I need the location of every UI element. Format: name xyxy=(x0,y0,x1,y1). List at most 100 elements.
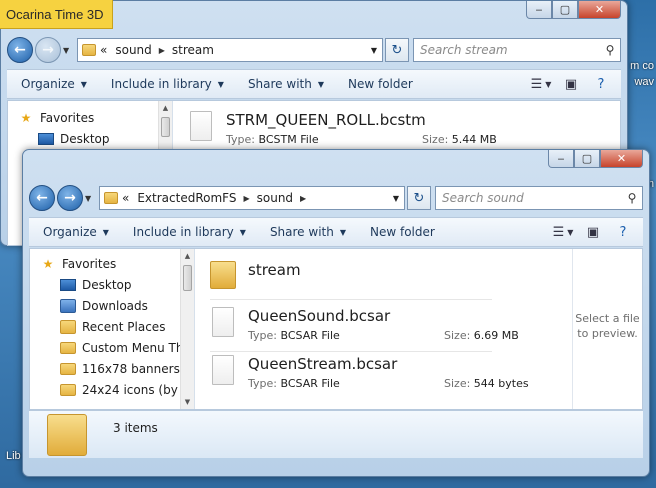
maximize-button[interactable]: ▢ xyxy=(574,150,600,168)
folder-icon xyxy=(60,383,76,397)
help-icon[interactable]: ? xyxy=(613,224,633,240)
nav-scrollbar[interactable]: ▲ ▼ xyxy=(180,249,194,409)
star-icon: ★ xyxy=(42,256,54,271)
nav-item-favorites[interactable]: ★ Favorites xyxy=(30,253,194,274)
folder-icon xyxy=(60,362,76,376)
desktop-text: m co xyxy=(630,60,654,72)
preview-pane: Select a file to preview. xyxy=(572,249,642,409)
search-placeholder: Search stream xyxy=(420,43,508,57)
scroll-up-icon[interactable]: ▲ xyxy=(159,101,172,115)
minimize-button[interactable]: ‒ xyxy=(548,150,574,168)
chevron-down-icon[interactable]: ▼ xyxy=(366,46,382,55)
new-folder-button[interactable]: New folder xyxy=(370,225,435,239)
file-size: Size: 544 bytes xyxy=(444,377,529,390)
search-icon[interactable]: ⚲ xyxy=(622,191,642,205)
close-button[interactable]: ✕ xyxy=(578,1,621,19)
nav-item-icons[interactable]: 24x24 icons (by s xyxy=(30,379,194,400)
breadcrumb-item[interactable]: ExtractedRomFS xyxy=(137,191,236,205)
desktop-text: wav xyxy=(634,76,654,88)
address-bar[interactable]: « ExtractedRomFS ▶ sound ▶ ▼ xyxy=(99,186,405,210)
nav-item-favorites[interactable]: ★ Favorites xyxy=(8,107,172,128)
folder-item[interactable]: stream xyxy=(210,253,562,299)
search-icon[interactable]: ⚲ xyxy=(600,43,620,57)
refresh-button[interactable]: ↻ xyxy=(407,186,431,210)
file-item[interactable]: QueenStream.bcsar Type: BCSAR File Size:… xyxy=(210,351,562,397)
file-type: Type: BCSAR File xyxy=(248,377,340,390)
chevron-right-icon[interactable]: ▶ xyxy=(159,46,165,55)
back-button[interactable]: ← xyxy=(7,37,33,63)
breadcrumb-item[interactable]: stream xyxy=(172,43,214,57)
scroll-up-icon[interactable]: ▲ xyxy=(181,249,194,263)
breadcrumb-item[interactable]: sound xyxy=(257,191,293,205)
address-row: ← → ▼ « sound ▶ stream ▼ ↻ Search stream… xyxy=(7,35,621,65)
minimize-button[interactable]: ‒ xyxy=(526,1,552,19)
back-button[interactable]: ← xyxy=(29,185,55,211)
search-input[interactable]: Search sound ⚲ xyxy=(435,186,643,210)
scroll-thumb[interactable] xyxy=(161,117,170,137)
window-controls: ‒ ▢ ✕ xyxy=(548,150,643,168)
nav-item-downloads[interactable]: Downloads xyxy=(30,295,194,316)
chevron-right-icon[interactable]: ▶ xyxy=(243,194,249,203)
maximize-button[interactable]: ▢ xyxy=(552,1,578,19)
nav-item-desktop[interactable]: Desktop xyxy=(8,128,172,149)
breadcrumb-overflow[interactable]: « xyxy=(122,191,129,205)
file-type: Type: BCSAR File xyxy=(248,329,340,342)
chevron-down-icon[interactable]: ▼ xyxy=(388,194,404,203)
organize-button[interactable]: Organize ▼ xyxy=(43,225,109,239)
file-size: Size: 6.69 MB xyxy=(444,329,519,342)
chevron-right-icon[interactable]: ▶ xyxy=(300,194,306,203)
folder-icon xyxy=(210,257,236,291)
include-in-library-button[interactable]: Include in library ▼ xyxy=(133,225,246,239)
desktop-text: Lib xyxy=(6,450,21,462)
file-item[interactable]: QueenSound.bcsar Type: BCSAR File Size: … xyxy=(210,303,562,349)
nav-item-banners[interactable]: 116x78 banners 4 xyxy=(30,358,194,379)
star-icon: ★ xyxy=(20,110,32,125)
preview-pane-icon[interactable]: ▣ xyxy=(561,76,581,92)
file-name: QueenStream.bcsar xyxy=(248,355,398,373)
file-name: QueenSound.bcsar xyxy=(248,307,391,325)
folder-icon xyxy=(60,341,76,355)
file-size: Size: 5.44 MB xyxy=(422,133,497,146)
file-list: stream QueenSound.bcsar Type: BCSAR File… xyxy=(196,249,572,409)
scroll-thumb[interactable] xyxy=(183,265,192,291)
recent-pages-dropdown[interactable]: ▼ xyxy=(85,194,95,203)
file-item[interactable]: STRM_QUEEN_ROLL.bcstm Type: BCSTM File S… xyxy=(188,107,610,153)
forward-button[interactable]: → xyxy=(57,185,83,211)
document-icon xyxy=(188,111,214,145)
help-icon[interactable]: ? xyxy=(591,76,611,92)
nav-item-custom-menu[interactable]: Custom Menu Th xyxy=(30,337,194,358)
scroll-down-icon[interactable]: ▼ xyxy=(181,395,194,409)
document-icon xyxy=(210,355,236,389)
separator xyxy=(210,299,492,300)
view-options-icon[interactable]: ☰ ▼ xyxy=(553,224,574,240)
command-bar: Organize ▼ Include in library ▼ Share with… xyxy=(7,69,621,99)
content-area: ★ Favorites Desktop Downloads Recent Pla… xyxy=(29,248,643,410)
share-with-button[interactable]: Share with ▼ xyxy=(248,77,324,91)
window-controls: ‒ ▢ ✕ xyxy=(526,1,621,19)
preview-pane-icon[interactable]: ▣ xyxy=(583,224,603,240)
share-with-button[interactable]: Share with ▼ xyxy=(270,225,346,239)
preview-message: Select a file to preview. xyxy=(575,312,640,340)
search-placeholder: Search sound xyxy=(442,191,524,205)
address-bar[interactable]: « sound ▶ stream ▼ xyxy=(77,38,383,62)
refresh-button[interactable]: ↻ xyxy=(385,38,409,62)
recent-pages-dropdown[interactable]: ▼ xyxy=(63,46,73,55)
desktop-icon xyxy=(38,132,54,146)
file-type: Type: BCSTM File xyxy=(226,133,319,146)
nav-item-desktop[interactable]: Desktop xyxy=(30,274,194,295)
nav-item-recent-places[interactable]: Recent Places xyxy=(30,316,194,337)
desktop-icon xyxy=(60,278,76,292)
view-options-icon[interactable]: ☰ ▼ xyxy=(531,76,552,92)
search-input[interactable]: Search stream ⚲ xyxy=(413,38,621,62)
organize-button[interactable]: Organize ▼ xyxy=(21,77,87,91)
include-in-library-button[interactable]: Include in library ▼ xyxy=(111,77,224,91)
file-name: STRM_QUEEN_ROLL.bcstm xyxy=(226,111,426,129)
desktop-window-label: Ocarina Time 3D xyxy=(0,0,113,29)
explorer-window-sound[interactable]: ‒ ▢ ✕ ← → ▼ « ExtractedRomFS ▶ sound ▶ ▼… xyxy=(22,149,650,477)
close-button[interactable]: ✕ xyxy=(600,150,643,168)
breadcrumb-item[interactable]: sound xyxy=(115,43,151,57)
forward-button[interactable]: → xyxy=(35,37,61,63)
breadcrumb-overflow[interactable]: « xyxy=(100,43,107,57)
new-folder-button[interactable]: New folder xyxy=(348,77,413,91)
folder-icon xyxy=(82,44,96,56)
